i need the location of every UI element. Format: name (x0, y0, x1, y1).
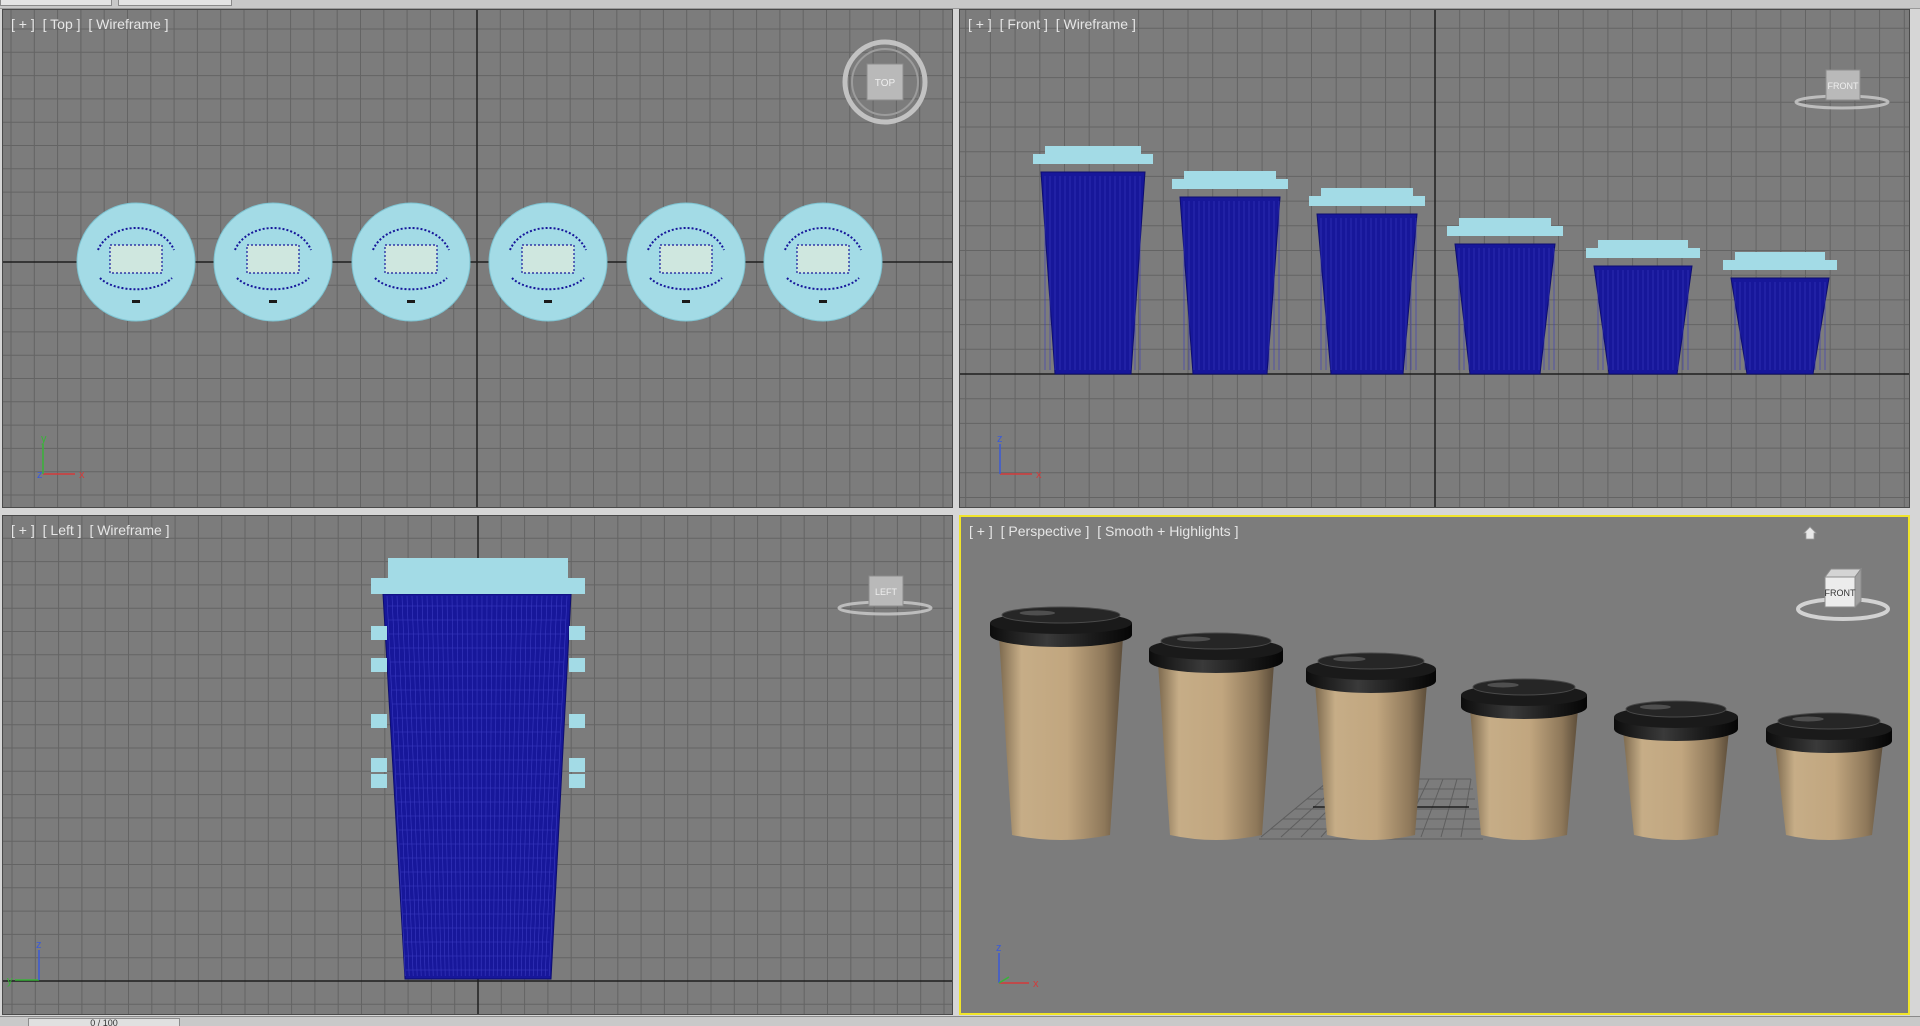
axis-z-label: z (996, 942, 1002, 954)
cup-lid-highlight (1487, 683, 1519, 688)
cup-body (999, 637, 1123, 840)
coffee-cup (1306, 653, 1436, 840)
cup-lid-dome (1161, 633, 1271, 649)
cup-lid-dome (1626, 701, 1726, 717)
coffee-cup (1614, 701, 1738, 840)
viewport-view-name[interactable]: [ Front ] (1000, 16, 1048, 32)
viewport-view-name[interactable]: [ Left ] (43, 522, 82, 538)
viewcube-perspective[interactable]: FRONT (1793, 563, 1893, 634)
viewport-plus-menu[interactable]: [ + ] (969, 523, 993, 539)
cup-lid-dome (1473, 679, 1575, 695)
viewport-label-top[interactable]: [ + ] [ Top ] [ Wireframe ] (11, 16, 173, 32)
cup-top-view (627, 203, 745, 321)
cup-body (1470, 709, 1578, 840)
home-icon[interactable] (1801, 525, 1819, 546)
cup-lid-dome (1318, 653, 1424, 669)
coffee-cup (1766, 713, 1892, 840)
coffee-cup (1461, 679, 1587, 840)
axis-tripod: x y z (31, 430, 91, 495)
axis-z-label: z (36, 939, 42, 951)
toolbar-tab[interactable] (0, 0, 112, 6)
toolbar-tab[interactable] (118, 0, 232, 6)
cup-lid-highlight (1640, 705, 1671, 710)
viewcube-front[interactable]: FRONT (1792, 60, 1892, 125)
viewport-view-name[interactable]: [ Top ] (43, 16, 81, 32)
top-toolbar-strip (0, 0, 1920, 9)
perspective-viewport-scene (961, 517, 1908, 1013)
cup-lid-highlight (1020, 611, 1056, 616)
viewcube-face-label: LEFT (875, 587, 898, 597)
viewport-shading-mode[interactable]: [ Wireframe ] (88, 16, 168, 32)
cup-lid-highlight (1177, 637, 1211, 642)
cup-front-view (1586, 240, 1700, 374)
cup-front-view (1309, 188, 1425, 374)
cup-front-view (1723, 252, 1837, 374)
axis-x-label: x (79, 469, 85, 481)
viewport-view-name[interactable]: [ Perspective ] (1001, 523, 1090, 539)
cup-top-view (352, 203, 470, 321)
viewport-left[interactable]: [ + ] [ Left ] [ Wireframe ] LEFT z y (2, 515, 953, 1015)
cup-lid-highlight (1333, 657, 1366, 662)
cup-objects-perspective (990, 607, 1892, 840)
cup-top-view (489, 203, 607, 321)
left-viewport-scene (3, 516, 953, 1015)
axis-tripod: z y (5, 936, 65, 1001)
viewport-shading-mode[interactable]: [ Wireframe ] (1056, 16, 1136, 32)
viewport-perspective[interactable]: [ + ] [ Perspective ] [ Smooth + Highlig… (959, 515, 1910, 1015)
cup-lid-dome (1002, 607, 1120, 623)
cup-front-view (1033, 146, 1153, 374)
cup-front-view (1447, 218, 1563, 374)
viewport-label-left[interactable]: [ + ] [ Left ] [ Wireframe ] (11, 522, 174, 538)
viewcube-face-label: TOP (875, 78, 896, 89)
axis-y-label: y (41, 433, 47, 445)
axis-tripod: x z (987, 939, 1047, 1004)
axis-y-label: y (7, 975, 13, 987)
axis-z-label: z (37, 469, 43, 481)
coffee-cup (990, 607, 1132, 840)
front-viewport-scene (960, 10, 1910, 508)
cup-body (1158, 663, 1274, 840)
viewport-plus-menu[interactable]: [ + ] (11, 16, 35, 32)
cup-top-view (77, 203, 195, 321)
viewport-plus-menu[interactable]: [ + ] (968, 16, 992, 32)
axis-z-label: z (997, 433, 1003, 445)
cup-top-view (764, 203, 882, 321)
viewport-shading-mode[interactable]: [ Smooth + Highlights ] (1097, 523, 1238, 539)
viewport-shading-mode[interactable]: [ Wireframe ] (89, 522, 169, 538)
viewport-plus-menu[interactable]: [ + ] (11, 522, 35, 538)
cup-lid-dome (1778, 713, 1880, 729)
coffee-cup (1149, 633, 1283, 840)
viewport-label-front[interactable]: [ + ] [ Front ] [ Wireframe ] (968, 16, 1140, 32)
viewcube-face-label: FRONT (1828, 81, 1859, 91)
cup-objects-left (371, 558, 585, 979)
axis-tripod: x z (988, 430, 1048, 495)
axis-x-label: x (1036, 469, 1042, 481)
viewcube-left[interactable]: LEFT (835, 566, 935, 631)
viewport-top[interactable]: [ + ] [ Top ] [ Wireframe ] TOP x y z (2, 9, 953, 508)
viewcube-top[interactable]: TOP (841, 38, 929, 131)
cup-body (1315, 683, 1427, 840)
top-viewport-scene (3, 10, 953, 508)
cup-lid-highlight (1792, 717, 1824, 722)
axis-x-label: x (1033, 978, 1039, 990)
cup-top-view (214, 203, 332, 321)
viewport-front[interactable]: [ + ] [ Front ] [ Wireframe ] FRONT x z (959, 9, 1910, 508)
viewport-label-perspective[interactable]: [ + ] [ Perspective ] [ Smooth + Highlig… (969, 523, 1242, 539)
viewcube-face-label: FRONT (1825, 588, 1856, 598)
cup-front-view (1172, 171, 1288, 374)
cups-left-view (371, 558, 585, 979)
cup-body (1775, 743, 1883, 840)
cup-body (1623, 731, 1729, 840)
